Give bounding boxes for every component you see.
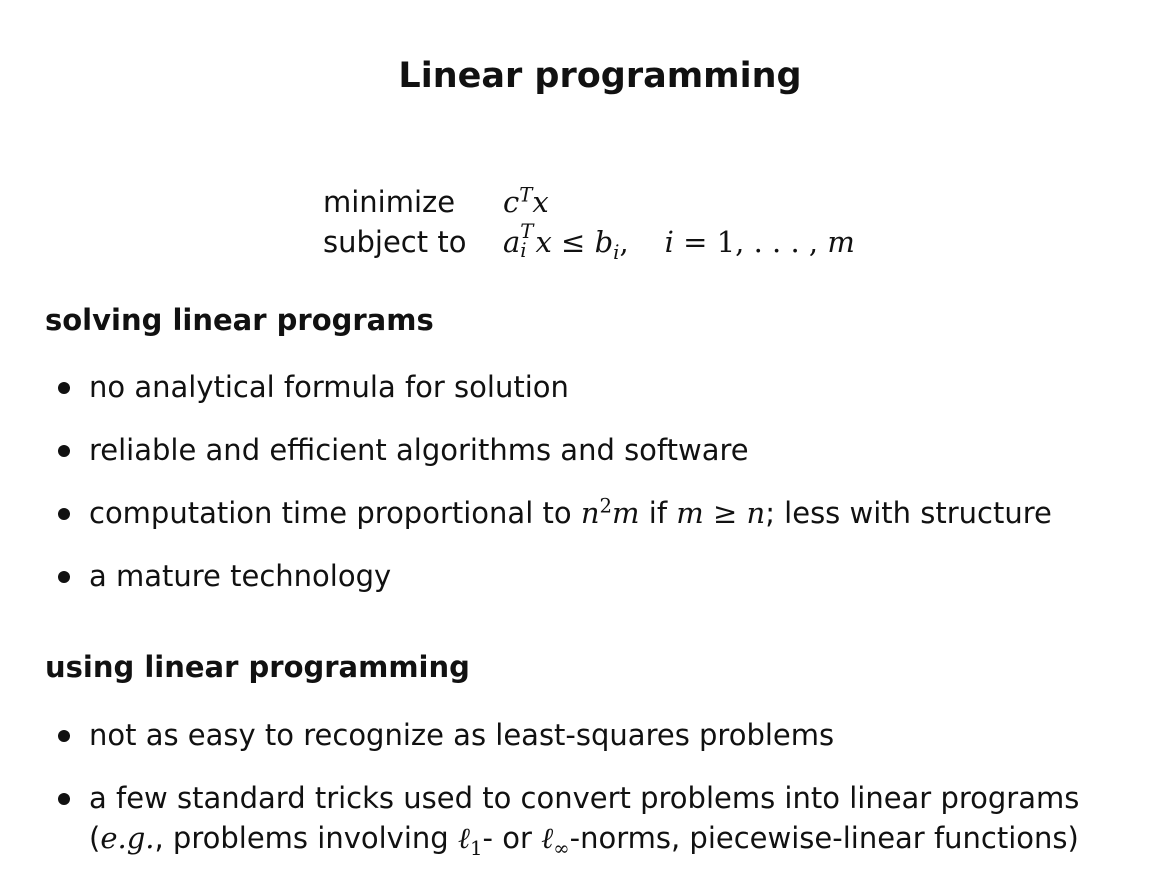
list-item-continuation: (e.g., problems involving ℓ1- or ℓ∞-norm… (89, 818, 1079, 858)
list-item-text: reliable and efficient algorithms and so… (89, 433, 749, 467)
lp-standard-form: minimize cTx subject to aTix ≤ bi, i = 1,… (323, 182, 855, 263)
list-item-text: if (639, 496, 677, 530)
index-sub: i (520, 239, 527, 262)
ell-symbol: ℓ (457, 821, 470, 855)
var-x: x (535, 225, 552, 259)
objective-expression: cTx (503, 182, 549, 222)
using-bullet-list: not as easy to recognize as least-square… (55, 715, 1079, 881)
list-item-text: ; less with structure (765, 496, 1052, 530)
bullet-icon (58, 793, 70, 805)
list-item-text: computation time proportional to (89, 496, 581, 530)
bullet-icon (58, 382, 70, 394)
geq-symbol: ≥ (712, 496, 738, 530)
transpose-sup: T (519, 183, 533, 207)
constraint-expression: aTix ≤ bi, i = 1, . . . , m (503, 222, 855, 263)
objective-row: minimize cTx (323, 182, 855, 222)
var-x: x (532, 185, 549, 219)
list-item-text: -norms, piecewise-linear functions) (569, 821, 1079, 855)
page-title: Linear programming (398, 56, 802, 96)
norm-sub: ∞ (553, 836, 570, 860)
list-item: a mature technology (55, 556, 1052, 596)
ell-symbol: ℓ (541, 821, 554, 855)
list-item-text: no analytical formula for solution (89, 370, 569, 404)
var-b: b (594, 225, 614, 259)
var-n: n (746, 496, 766, 530)
var-m: m (676, 496, 704, 530)
constraint-row: subject to aTix ≤ bi, i = 1, . . . , m (323, 222, 855, 263)
condition-expression: m ≥ n (676, 496, 765, 530)
list-item: no analytical formula for solution (55, 367, 1052, 407)
slide: Linear programming minimize cTx subject … (0, 0, 1160, 880)
linf-norm-symbol: ℓ∞ (541, 821, 570, 858)
section-heading-solving: solving linear programs (45, 303, 434, 337)
list-item-text: not as easy to recognize as least-square… (89, 718, 835, 752)
var-c: c (503, 185, 520, 219)
list-item: reliable and efficient algorithms and so… (55, 430, 1052, 470)
complexity-expression: n2m (581, 496, 640, 530)
list-item-text: a few standard tricks used to convert pr… (89, 781, 1080, 815)
paren: ( (89, 821, 101, 855)
comma: , (619, 225, 629, 259)
list-item-text: - or (482, 821, 542, 855)
solving-bullet-list: no analytical formula for solution relia… (55, 367, 1052, 619)
list-item-text: a mature technology (89, 559, 392, 593)
list-item: computation time proportional to n2m if … (55, 493, 1052, 533)
leq-symbol: ≤ (561, 225, 586, 259)
section-heading-using: using linear programming (45, 650, 470, 684)
bullet-icon (58, 571, 70, 583)
list-item: a few standard tricks used to convert pr… (55, 778, 1079, 858)
bullet-icon (58, 730, 70, 742)
var-m: m (827, 225, 855, 259)
index-var: i (664, 225, 674, 259)
eg-abbrev: e.g. (100, 821, 155, 855)
l1-norm-symbol: ℓ1 (457, 821, 483, 858)
list-item-text: , problems involving (154, 821, 458, 855)
index-range: 1, . . . , (716, 225, 828, 259)
exponent-sup: 2 (599, 494, 613, 518)
var-m: m (612, 496, 640, 530)
bullet-icon (58, 508, 70, 520)
minimize-keyword: minimize (323, 185, 456, 219)
var-a: a (503, 225, 521, 259)
equals-symbol: = (683, 225, 708, 259)
var-n: n (580, 496, 600, 530)
bullet-icon (58, 445, 70, 457)
list-item: not as easy to recognize as least-square… (55, 715, 1079, 755)
norm-sub: 1 (469, 836, 483, 860)
subject-to-keyword: subject to (323, 225, 467, 259)
